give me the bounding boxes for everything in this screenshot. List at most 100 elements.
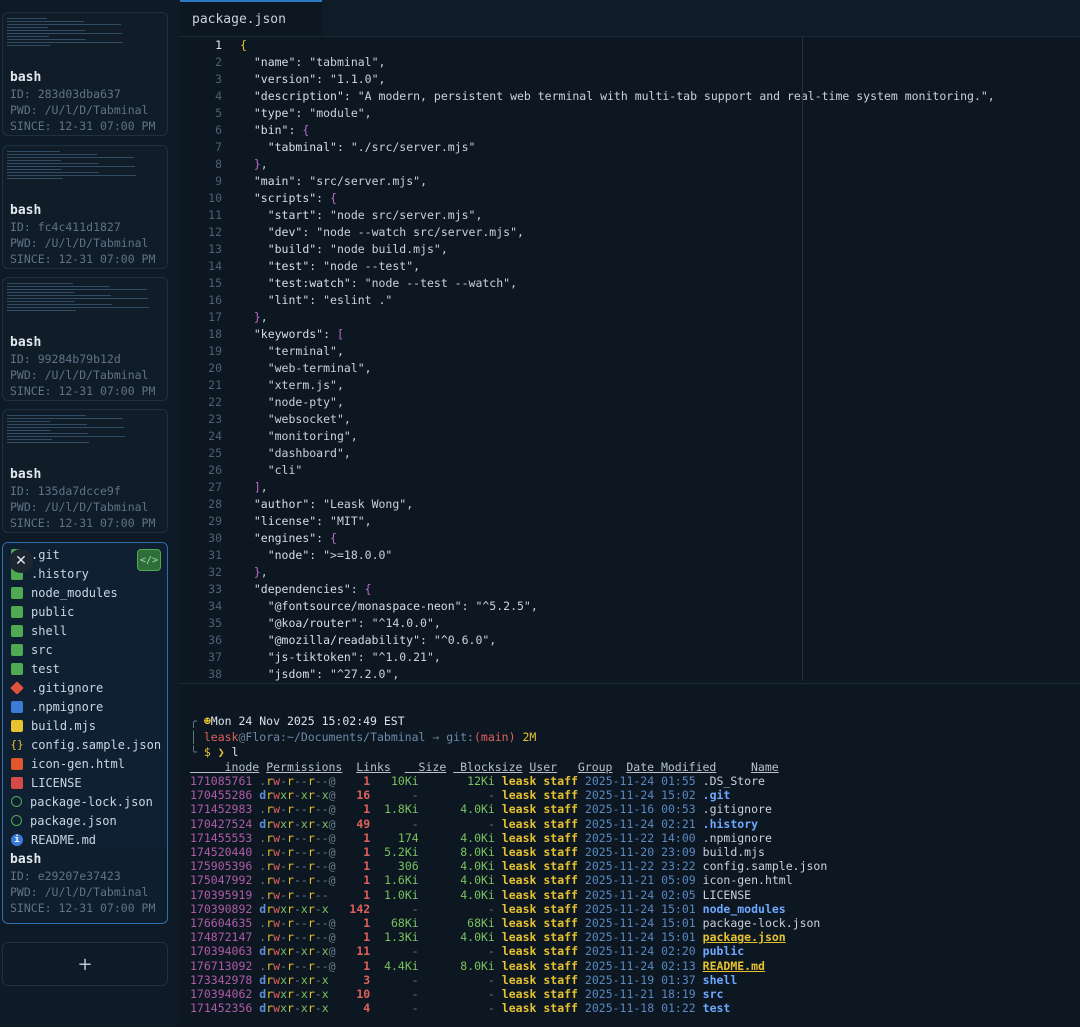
code-line[interactable]: "bin": { — [240, 122, 995, 139]
code-line[interactable]: "name": "tabminal", — [240, 54, 995, 71]
code-line[interactable]: }, — [240, 309, 995, 326]
code-line[interactable]: "description": "A modern, persistent web… — [240, 88, 995, 105]
line-number: 8 — [215, 157, 222, 171]
file-tree-item[interactable]: i README.md — [11, 830, 167, 849]
code-line[interactable]: "author": "Leask Wong", — [240, 496, 995, 513]
package-icon — [11, 796, 22, 807]
size-cell: - — [411, 788, 419, 803]
blocksize-cell: 4.0Ki — [460, 887, 495, 902]
session-pwd: PWD: /U/l/D/Tabminal — [10, 885, 149, 899]
file-name: package-lock.json — [30, 794, 153, 809]
add-session-button[interactable]: + — [2, 942, 168, 986]
code-line[interactable]: "@koa/router": "^14.0.0", — [240, 615, 995, 632]
permissions-cell: .rw-r--r-- — [259, 887, 329, 902]
code-line[interactable]: "dashboard", — [240, 445, 995, 462]
folder-icon — [11, 605, 23, 618]
command-line[interactable]: ╰ $ ❯ l — [190, 745, 239, 759]
code-line[interactable]: "start": "node src/server.mjs", — [240, 207, 995, 224]
code-line[interactable]: "terminal", — [240, 343, 995, 360]
line-number: 35 — [208, 616, 222, 630]
size-cell: - — [411, 987, 419, 1001]
code-editor[interactable]: 1 2 3 4 5 6 7 8 9 10 11 12 13 14 15 16 17 18 19 20 21 22 23 24 2… — [180, 37, 1080, 681]
file-tree-item[interactable]: public — [11, 602, 167, 621]
session-card-active[interactable]: ✕ </> .git .history node_modules public shel… — [2, 542, 168, 924]
code-line[interactable]: "test:watch": "node --test --watch", — [240, 275, 995, 292]
file-tree-item[interactable]: node_modules — [11, 583, 167, 602]
code-line[interactable]: "jsdom": "^27.2.0", — [240, 666, 995, 681]
code-line[interactable]: "websocket", — [240, 411, 995, 428]
code-line[interactable]: "js-tiktoken": "^1.0.21", — [240, 649, 995, 666]
terminal-thumbnail — [5, 15, 165, 63]
session-card[interactable]: bash ID: 283d03dba637 PWD: /U/l/D/Tabminal… — [2, 12, 168, 136]
file-name: config.sample.json — [31, 737, 162, 752]
file-tree-item[interactable]: {} config.sample.json — [10, 735, 167, 754]
close-session-button[interactable]: ✕ — [9, 549, 33, 573]
file-tree-toggle-button[interactable]: </> — [137, 549, 161, 571]
code-line[interactable]: "type": "module", — [240, 105, 995, 122]
code-line[interactable]: "node": ">=18.0.0" — [240, 547, 995, 564]
file-tree-item[interactable]: package-lock.json — [11, 792, 167, 811]
session-card[interactable]: bash ID: fc4c411d1827 PWD: /U/l/D/Tabminal… — [2, 145, 168, 269]
code-line[interactable]: "xterm.js", — [240, 377, 995, 394]
terminal-pane[interactable]: ╭ ☻Mon 24 Nov 2025 15:02:49 EST │ leask@… — [180, 683, 1080, 1027]
size-cell: 68Ki — [390, 916, 419, 930]
inode-cell: 170455286 — [190, 788, 253, 803]
file-name: package.json — [30, 813, 117, 828]
code-line[interactable]: }, — [240, 156, 995, 173]
user-cell: leask — [501, 916, 537, 930]
file-tree-item[interactable]: test — [11, 659, 167, 678]
code-line[interactable]: "cli" — [240, 462, 995, 479]
code-line[interactable]: ], — [240, 479, 995, 496]
session-card[interactable]: bash ID: 135da7dcce9f PWD: /U/l/D/Tabminal… — [2, 409, 168, 533]
line-number: 12 — [208, 225, 222, 239]
code-line[interactable]: "lint": "eslint ." — [240, 292, 995, 309]
code-line[interactable]: "@fontsource/monaspace-neon": "^5.2.5", — [240, 598, 995, 615]
license-icon — [11, 776, 23, 789]
tab-package-json[interactable]: package.json — [180, 0, 322, 36]
code-line[interactable]: }, — [240, 564, 995, 581]
code-line[interactable]: "tabminal": "./src/server.mjs" — [240, 139, 995, 156]
file-tree-item[interactable]: .npmignore — [11, 697, 167, 716]
file-tree: ✕ </> .git .history node_modules public shel… — [3, 543, 167, 847]
links-cell: 1 — [363, 930, 371, 945]
code-line[interactable]: "test": "node --test", — [240, 258, 995, 275]
session-card[interactable]: bash ID: 99284b79b12d PWD: /U/l/D/Tabminal… — [2, 277, 168, 401]
date-cell: 2025-11-20 23:09 — [584, 845, 696, 859]
file-tree-item[interactable]: .gitignore — [10, 678, 167, 697]
code-line[interactable]: "main": "src/server.mjs", — [240, 173, 995, 190]
code-line[interactable]: "license": "MIT", — [240, 513, 995, 530]
date-cell: 2025-11-22 23:22 — [584, 859, 696, 874]
size-cell: 1.3Ki — [384, 930, 419, 945]
links-cell: 1 — [363, 887, 371, 902]
size-cell: 5.2Ki — [384, 845, 419, 859]
file-tree-item[interactable]: icon-gen.html — [11, 754, 167, 773]
line-number: 3 — [215, 72, 222, 86]
code-line[interactable]: "web-terminal", — [240, 360, 995, 377]
file-tree-item[interactable]: LICENSE — [11, 773, 167, 792]
ls-header-cell: Date Modified — [626, 760, 717, 774]
code-line[interactable]: "engines": { — [240, 530, 995, 547]
terminal-thumbnail — [5, 412, 165, 460]
code-line[interactable]: "keywords": [ — [240, 326, 995, 343]
ls-header-cell: Blocksize — [453, 760, 523, 774]
code-line[interactable]: "node-pty", — [240, 394, 995, 411]
line-number: 1 — [215, 38, 222, 52]
file-tree-item[interactable]: src — [11, 640, 167, 659]
name-cell: .npmignore — [702, 830, 772, 845]
ls-row: 170390892 drwxr-xr-x 142 - - leask staff… — [190, 902, 786, 916]
code-line[interactable]: "@mozilla/readability": "^0.6.0", — [240, 632, 995, 649]
file-tree-item[interactable]: shell — [11, 621, 167, 640]
code-line[interactable]: "build": "node build.mjs", — [240, 241, 995, 258]
code-content[interactable]: { "name": "tabminal", "version": "1.1.0"… — [240, 37, 995, 681]
blocksize-cell: 68Ki — [467, 916, 495, 930]
code-line[interactable]: "scripts": { — [240, 190, 995, 207]
code-line[interactable]: { — [240, 37, 995, 54]
code-line[interactable]: "version": "1.1.0", — [240, 71, 995, 88]
close-icon: ✕ — [15, 553, 27, 569]
code-line[interactable]: "dev": "node --watch src/server.mjs", — [240, 224, 995, 241]
file-tree-item[interactable]: package.json — [11, 811, 167, 830]
line-number: 4 — [215, 89, 222, 103]
code-line[interactable]: "dependencies": { — [240, 581, 995, 598]
code-line[interactable]: "monitoring", — [240, 428, 995, 445]
file-tree-item[interactable]: build.mjs — [11, 716, 167, 735]
